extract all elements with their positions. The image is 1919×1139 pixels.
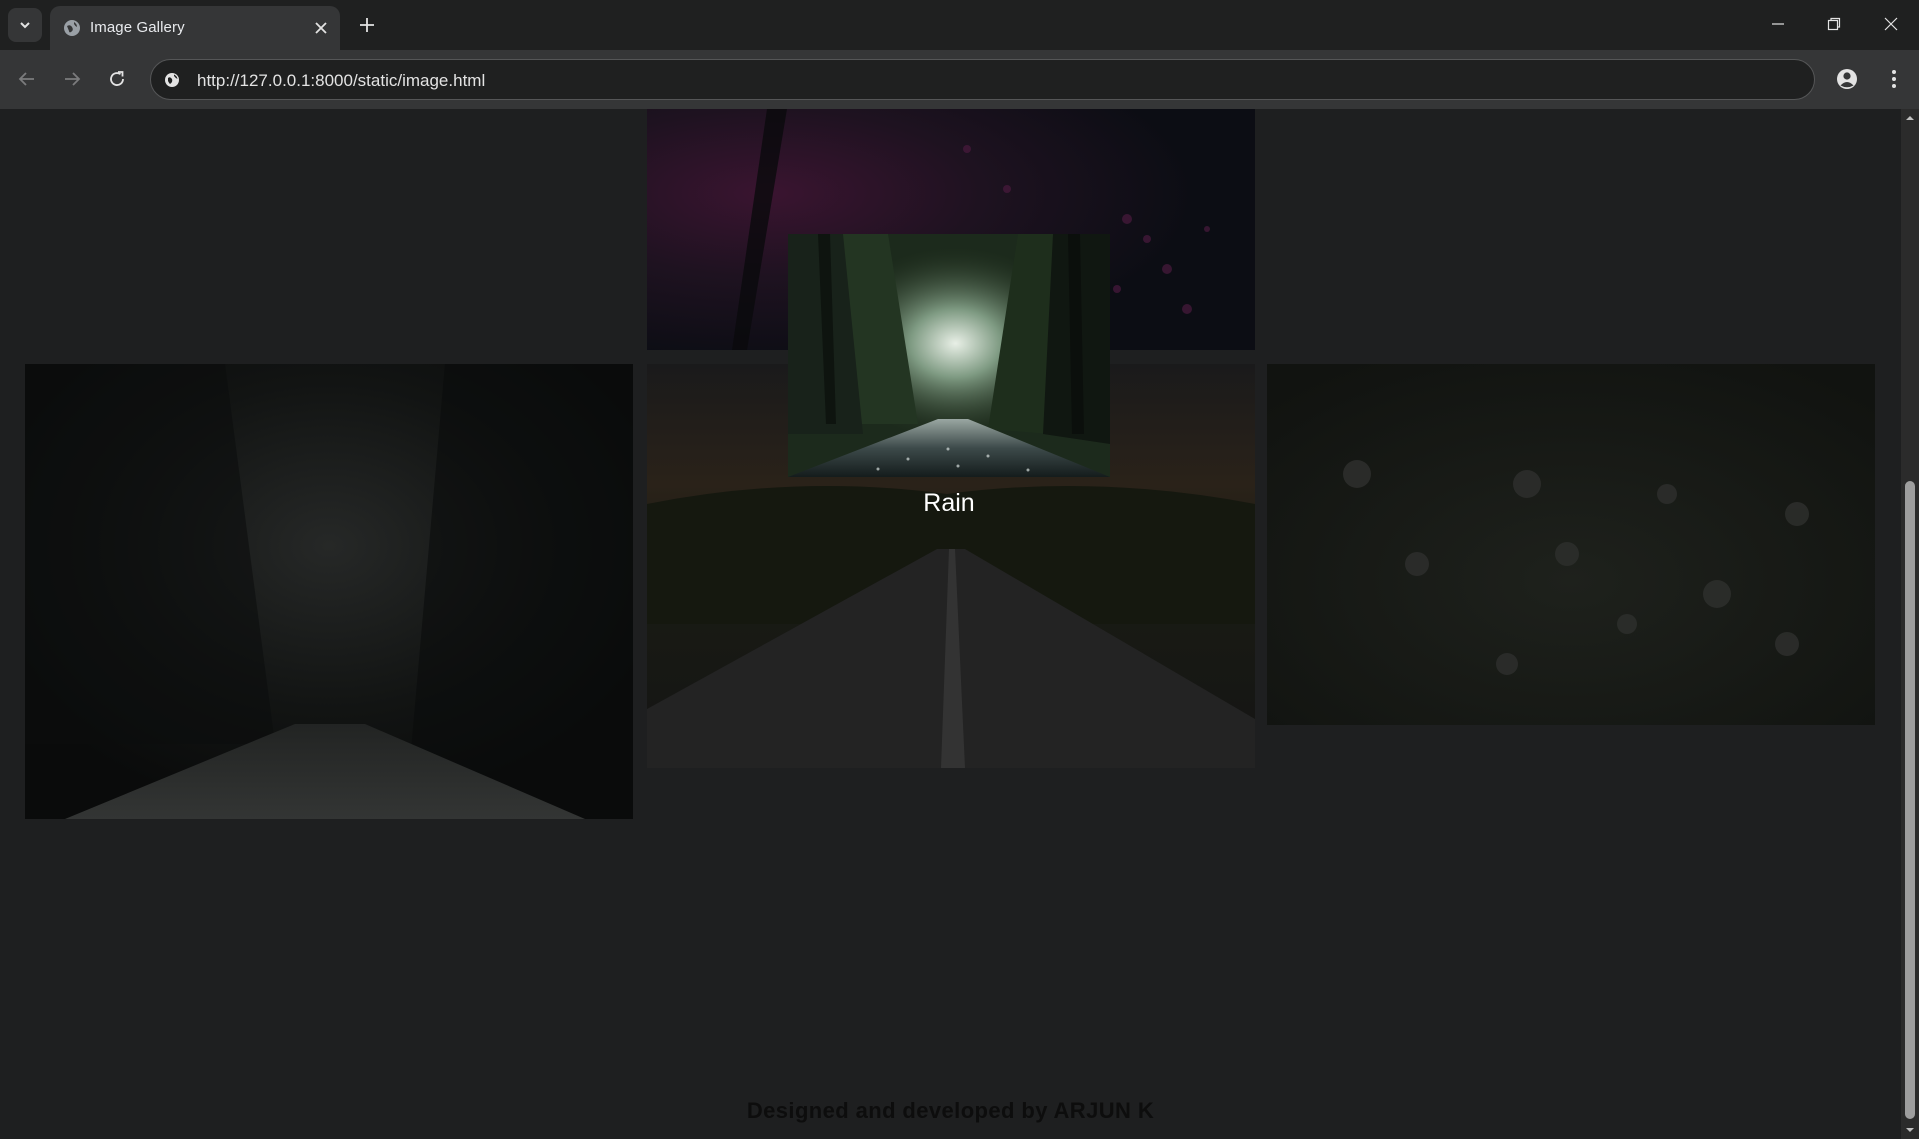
restore-icon <box>1827 17 1841 31</box>
minimize-button[interactable] <box>1750 0 1806 48</box>
tab-search-icon <box>20 22 30 29</box>
back-arrow-icon <box>18 72 34 86</box>
globe-icon <box>64 20 80 36</box>
page-scrollbar[interactable] <box>1901 109 1919 1139</box>
address-bar[interactable]: http://127.0.0.1:8000/static/image.html <box>150 59 1815 100</box>
close-window-icon <box>1884 17 1898 31</box>
scroll-down-arrow-icon[interactable] <box>1904 1124 1916 1136</box>
browser-menu-button[interactable] <box>1879 62 1909 96</box>
scrollbar-thumb[interactable] <box>1905 481 1915 1119</box>
plus-icon <box>360 18 374 32</box>
scroll-up-arrow-icon[interactable] <box>1904 112 1916 124</box>
forward-button[interactable] <box>55 62 89 96</box>
minimize-icon <box>1772 23 1784 25</box>
kebab-menu-icon <box>1892 70 1896 88</box>
reload-button[interactable] <box>100 62 134 96</box>
close-icon <box>315 22 327 34</box>
forward-arrow-icon <box>65 72 81 86</box>
tab-strip: Image Gallery <box>0 0 1919 50</box>
gallery-image-flowers[interactable] <box>1267 364 1875 725</box>
featured-image-caption: Rain <box>923 489 975 517</box>
reload-icon <box>110 71 124 86</box>
gallery-image-forest-left[interactable] <box>25 364 633 819</box>
flowers-photo <box>1267 364 1875 725</box>
tab-search-button[interactable] <box>8 8 42 42</box>
page-viewport: Rain Designed and developed by ARJUN K <box>0 109 1901 1139</box>
browser-toolbar: http://127.0.0.1:8000/static/image.html <box>0 50 1919 109</box>
back-button[interactable] <box>10 62 44 96</box>
new-tab-button[interactable] <box>352 10 382 40</box>
restore-button[interactable] <box>1806 0 1862 48</box>
profile-button[interactable] <box>1830 62 1864 96</box>
featured-image-rain[interactable] <box>788 234 1110 477</box>
close-window-button[interactable] <box>1863 0 1919 48</box>
page-footer-credit: Designed and developed by ARJUN K <box>746 1098 1155 1123</box>
tab-close-button[interactable] <box>310 17 332 39</box>
forest-photo <box>25 364 633 819</box>
browser-tab[interactable]: Image Gallery <box>50 6 340 50</box>
tab-title: Image Gallery <box>90 19 185 36</box>
profile-icon <box>1837 69 1857 89</box>
url-text[interactable]: http://127.0.0.1:8000/static/image.html <box>197 71 485 91</box>
site-info-icon <box>165 73 179 87</box>
site-info-button[interactable] <box>161 69 183 91</box>
rain-photo <box>788 234 1110 477</box>
